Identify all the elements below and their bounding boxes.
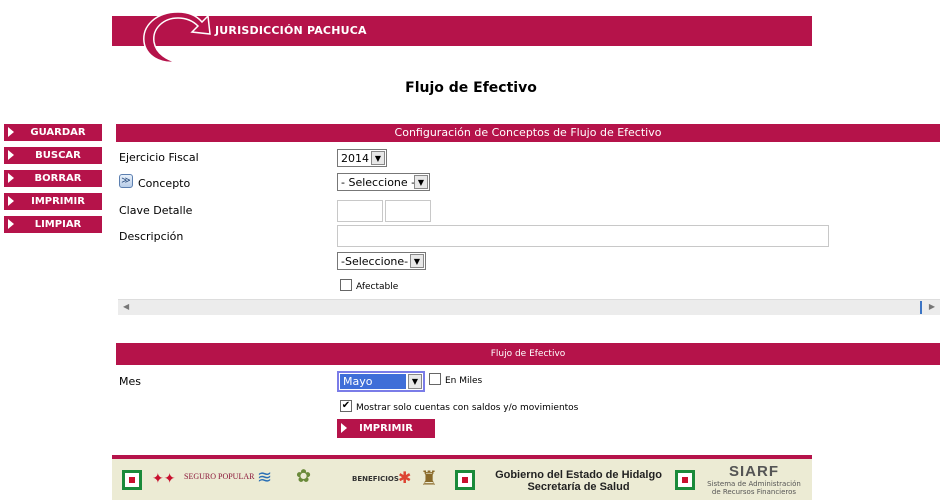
borrar-label: BORRAR (34, 173, 82, 184)
ejercicio-label: Ejercicio Fiscal (119, 151, 199, 164)
crest-logo-icon: ♜ (420, 466, 438, 490)
scroll-right-icon[interactable]: ▶ (929, 302, 935, 311)
flujo-section-header: Flujo de Efectivo (116, 343, 940, 365)
descripcion-label: Descripción (119, 230, 184, 243)
arrow-right-icon (8, 150, 14, 160)
mostrar-label: Mostrar solo cuentas con saldos y/o movi… (356, 403, 579, 413)
tipo-select[interactable]: -Seleccione- ▼ (337, 252, 426, 270)
seguro-popular-logo: SEGURO POPULAR (184, 472, 255, 481)
siarf-subtitle: Sistema de Administración de Recursos Fi… (707, 480, 801, 496)
people-icon: ✦✦ (152, 471, 176, 487)
gov-logo-text: Gobierno del Estado de Hidalgo Secretarí… (486, 469, 671, 493)
arrow-right-icon (341, 423, 347, 433)
mes-label: Mes (119, 375, 141, 388)
clave-label: Clave Detalle (119, 204, 193, 217)
imprimir-button[interactable]: IMPRIMIR (337, 419, 435, 438)
page-title: Flujo de Efectivo (405, 80, 537, 96)
ejercicio-select[interactable]: 2014 ▼ (337, 149, 387, 167)
footer-logos: ✦✦ SEGURO POPULAR ≋ ✿ BENEFICIOS ✱ ♜ Gob… (112, 459, 812, 500)
imprimir-side-button[interactable]: IMPRIMIR (4, 193, 102, 210)
tipo-value: -Seleccione- (341, 254, 409, 268)
wave-logo-icon: ≋ (257, 467, 273, 488)
gov-line-1: Gobierno del Estado de Hidalgo (495, 469, 662, 481)
jurisdiction-title: JURISDICCIÓN PACHUCA (215, 24, 367, 37)
siarf-title: SIARF (729, 463, 779, 480)
afectable-label: Afectable (356, 282, 399, 292)
chevron-down-icon: ▼ (414, 175, 428, 189)
guardar-button[interactable]: GUARDAR (4, 124, 102, 141)
print-label: IMPRIMIR (359, 423, 413, 434)
logo-icon (122, 470, 142, 490)
logo-icon (675, 470, 695, 490)
ejercicio-value: 2014 (341, 151, 369, 165)
institution-logo (143, 11, 211, 64)
siarf-logo: SIARF Sistema de Administración de Recur… (704, 463, 804, 496)
limpiar-button[interactable]: LIMPIAR (4, 216, 102, 233)
arrow-right-icon (8, 173, 14, 183)
config-section-header: Configuración de Conceptos de Flujo de E… (116, 124, 940, 142)
scroll-left-icon[interactable]: ◀ (123, 302, 129, 311)
descripcion-input[interactable] (337, 225, 829, 247)
logo-icon (455, 470, 475, 490)
expand-icon[interactable]: ≫ (119, 174, 133, 188)
concepto-value: - Seleccione - (341, 175, 416, 189)
gov-line-2: Secretaría de Salud (527, 481, 630, 493)
chevron-down-icon: ▼ (410, 254, 424, 268)
en-miles-label: En Miles (445, 376, 483, 386)
clave-input-2[interactable] (385, 200, 431, 222)
guardar-label: GUARDAR (30, 127, 86, 138)
chevron-down-icon: ▼ (371, 151, 385, 165)
horizontal-scrollbar[interactable]: ◀ ▶ (118, 299, 940, 315)
clave-input-1[interactable] (337, 200, 383, 222)
arrow-right-icon (8, 219, 14, 229)
beneficios-logo: BENEFICIOS (352, 475, 399, 483)
limpiar-label: LIMPIAR (34, 219, 82, 230)
concepto-select[interactable]: - Seleccione - ▼ (337, 173, 430, 191)
afectable-checkbox[interactable] (340, 279, 352, 291)
mostrar-checkbox[interactable]: ✔ (340, 400, 352, 412)
imprimir-label: IMPRIMIR (31, 196, 85, 207)
arrow-right-icon (8, 196, 14, 206)
seal-logo-icon: ✿ (296, 466, 312, 487)
mes-select[interactable]: Mayo ▼ (337, 371, 425, 392)
buscar-button[interactable]: BUSCAR (4, 147, 102, 164)
concepto-label: Concepto (138, 177, 191, 190)
en-miles-checkbox[interactable] (429, 373, 441, 385)
scrollbar-thumb[interactable] (920, 301, 922, 314)
buscar-label: BUSCAR (35, 150, 81, 161)
mes-value: Mayo (340, 374, 406, 389)
flower-logo-icon: ✱ (398, 468, 412, 487)
arrow-right-icon (8, 127, 14, 137)
chevron-down-icon: ▼ (408, 374, 422, 389)
borrar-button[interactable]: BORRAR (4, 170, 102, 187)
